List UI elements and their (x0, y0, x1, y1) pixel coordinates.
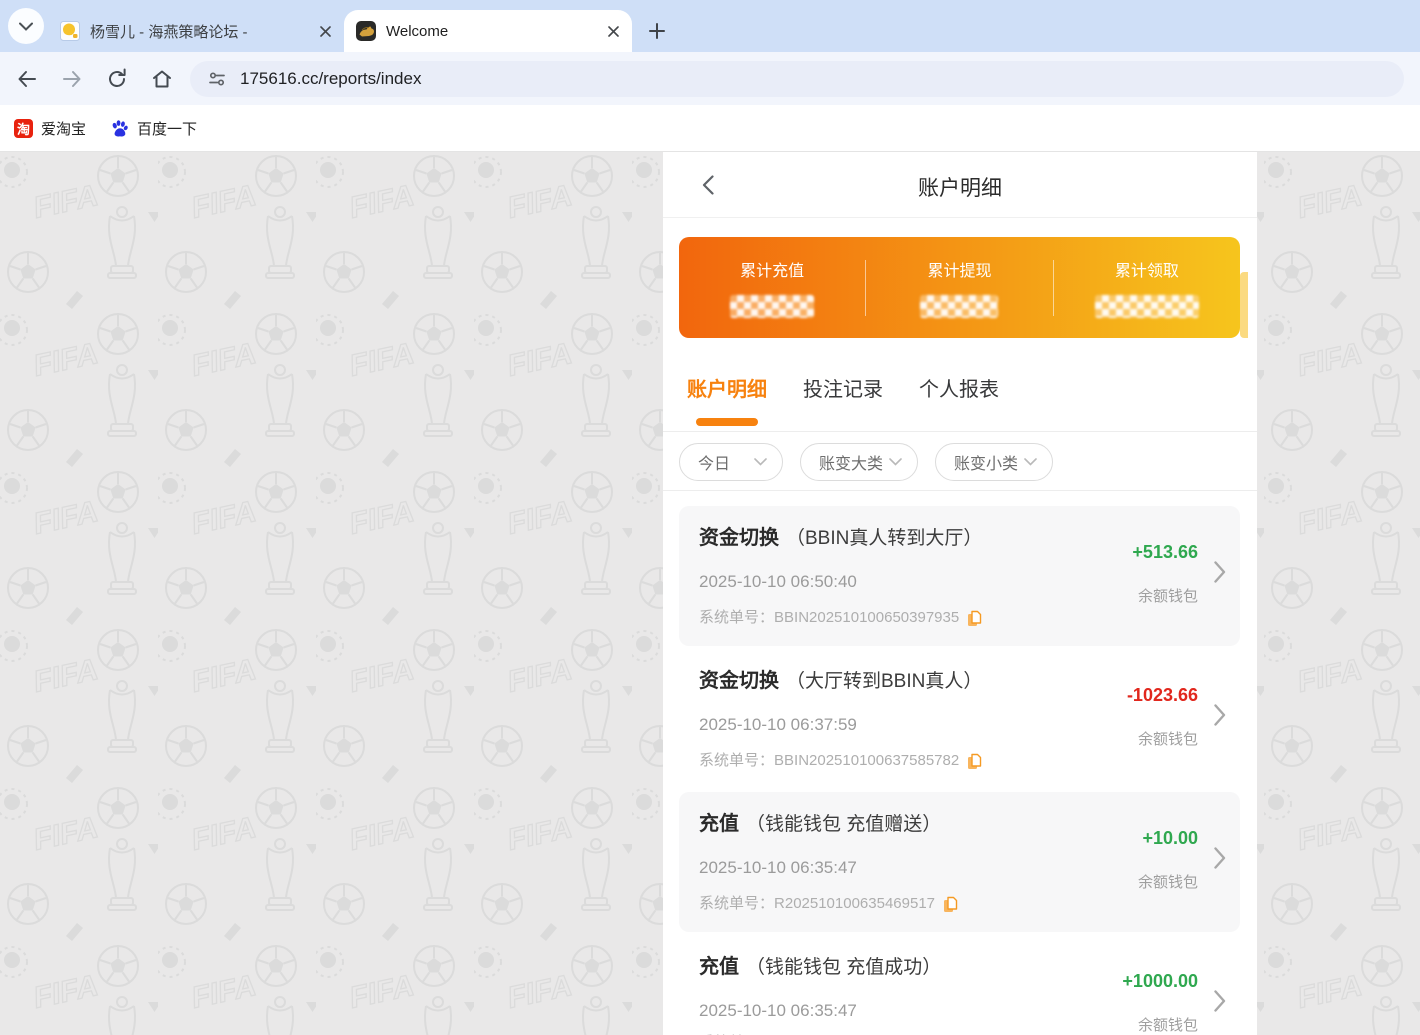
chevron-right-icon (1214, 561, 1226, 583)
chevron-right-icon (1214, 847, 1226, 869)
browser-tab-forum[interactable]: 杨雪儿 - 海燕策略论坛 - (48, 10, 344, 52)
filter-major-type[interactable]: 账变大类 (800, 443, 918, 481)
wallet-label: 余额钱包 (1138, 871, 1198, 892)
page-title: 账户明细 (663, 172, 1257, 202)
bookmarks-bar: 淘 爱淘宝 百度一下 (0, 105, 1420, 152)
tab-personal-report[interactable]: 个人报表 (919, 377, 999, 431)
browser-tab-welcome[interactable]: Welcome (344, 10, 632, 52)
tab-title: 杨雪儿 - 海燕策略论坛 - (90, 21, 316, 42)
forum-favicon-icon (60, 21, 80, 41)
chevron-down-icon (889, 458, 902, 466)
total-deposit: 累计充值 (679, 257, 865, 318)
home-icon (150, 67, 174, 91)
total-claim: 累计领取 (1054, 257, 1240, 318)
filter-row: 今日 账变大类 账变小类 (663, 432, 1257, 491)
amount: +1000.00 (1122, 971, 1198, 992)
transaction-row[interactable]: 资金切换（大厅转到BBIN真人） 2025-10-10 06:37:59 系统单… (679, 649, 1240, 789)
blurred-value (1095, 295, 1199, 318)
panel-header: 账户明细 (663, 152, 1257, 218)
filter-date[interactable]: 今日 (679, 443, 783, 481)
forward-arrow-icon (60, 67, 84, 91)
tab-bet-records[interactable]: 投注记录 (803, 377, 883, 431)
bookmark-baidu[interactable]: 百度一下 (110, 118, 197, 139)
browser-toolbar: 175616.cc/reports/index (0, 52, 1420, 105)
next-card-peek (1240, 272, 1248, 338)
active-tab-underline (696, 418, 758, 426)
baidu-paw-icon (110, 119, 129, 138)
transaction-list: 资金切换（BBIN真人转到大厅） 2025-10-10 06:50:40 系统单… (663, 491, 1257, 1035)
order-number-row: 系统单号：BBIN202510100637585782 (699, 751, 1240, 771)
copy-icon[interactable] (943, 896, 958, 913)
reload-button[interactable] (100, 62, 134, 96)
summary-section: 累计充值 累计提现 累计领取 (663, 218, 1257, 365)
totals-card[interactable]: 累计充值 累计提现 累计领取 (679, 237, 1240, 338)
wallet-label: 余额钱包 (1127, 728, 1198, 749)
new-tab-button[interactable] (640, 14, 674, 48)
total-withdraw: 累计提现 (866, 257, 1052, 318)
url-text: 175616.cc/reports/index (240, 69, 421, 89)
page-content: FIFA 账户明细 (0, 152, 1420, 1035)
transaction-row[interactable]: 充值（钱能钱包 充值成功） 2025-10-10 06:35:47 系统单号：2… (679, 935, 1240, 1035)
taobao-icon: 淘 (14, 119, 33, 138)
filter-minor-type[interactable]: 账变小类 (935, 443, 1053, 481)
wallet-label: 余额钱包 (1122, 1014, 1198, 1035)
reload-icon (105, 67, 129, 91)
order-number-row: 系统单号：R202510100635469517 (699, 894, 1240, 914)
order-number-row: 系统单号：BBIN202510100650397935 (699, 608, 1240, 628)
transaction-row[interactable]: 充值（钱能钱包 充值赠送） 2025-10-10 06:35:47 系统单号：R… (679, 792, 1240, 932)
tab-title: Welcome (386, 23, 604, 40)
site-settings-icon (206, 68, 228, 90)
wallet-label: 余额钱包 (1132, 585, 1198, 606)
tab-close-icon[interactable] (604, 22, 622, 40)
tab-search-button[interactable] (8, 8, 44, 44)
chevron-down-icon (1024, 458, 1037, 466)
plus-icon (649, 23, 665, 39)
pegasus-favicon-icon (356, 21, 376, 41)
copy-icon[interactable] (967, 753, 982, 770)
transaction-row[interactable]: 资金切换（BBIN真人转到大厅） 2025-10-10 06:50:40 系统单… (679, 506, 1240, 646)
blurred-value (920, 295, 998, 318)
back-arrow-icon (15, 67, 39, 91)
copy-icon[interactable] (967, 610, 982, 627)
back-button[interactable] (10, 62, 44, 96)
chevron-down-icon (19, 22, 33, 31)
chevron-down-icon (754, 458, 767, 466)
amount: -1023.66 (1127, 685, 1198, 706)
chevron-right-icon (1214, 704, 1226, 726)
home-button[interactable] (145, 62, 179, 96)
bookmark-aitaobao[interactable]: 淘 爱淘宝 (14, 118, 86, 139)
blurred-value (730, 295, 814, 318)
report-tabs: 账户明细 投注记录 个人报表 (663, 365, 1257, 432)
tab-close-icon[interactable] (316, 22, 334, 40)
account-detail-panel: 账户明细 累计充值 累计提现 累计领取 (663, 152, 1257, 1035)
browser-tab-strip: 杨雪儿 - 海燕策略论坛 - Welcome (0, 0, 1420, 52)
address-bar[interactable]: 175616.cc/reports/index (190, 61, 1404, 97)
chevron-right-icon (1214, 990, 1226, 1012)
amount: +513.66 (1132, 542, 1198, 563)
forward-button[interactable] (55, 62, 89, 96)
amount: +10.00 (1138, 828, 1198, 849)
tab-account-detail[interactable]: 账户明细 (687, 377, 767, 431)
